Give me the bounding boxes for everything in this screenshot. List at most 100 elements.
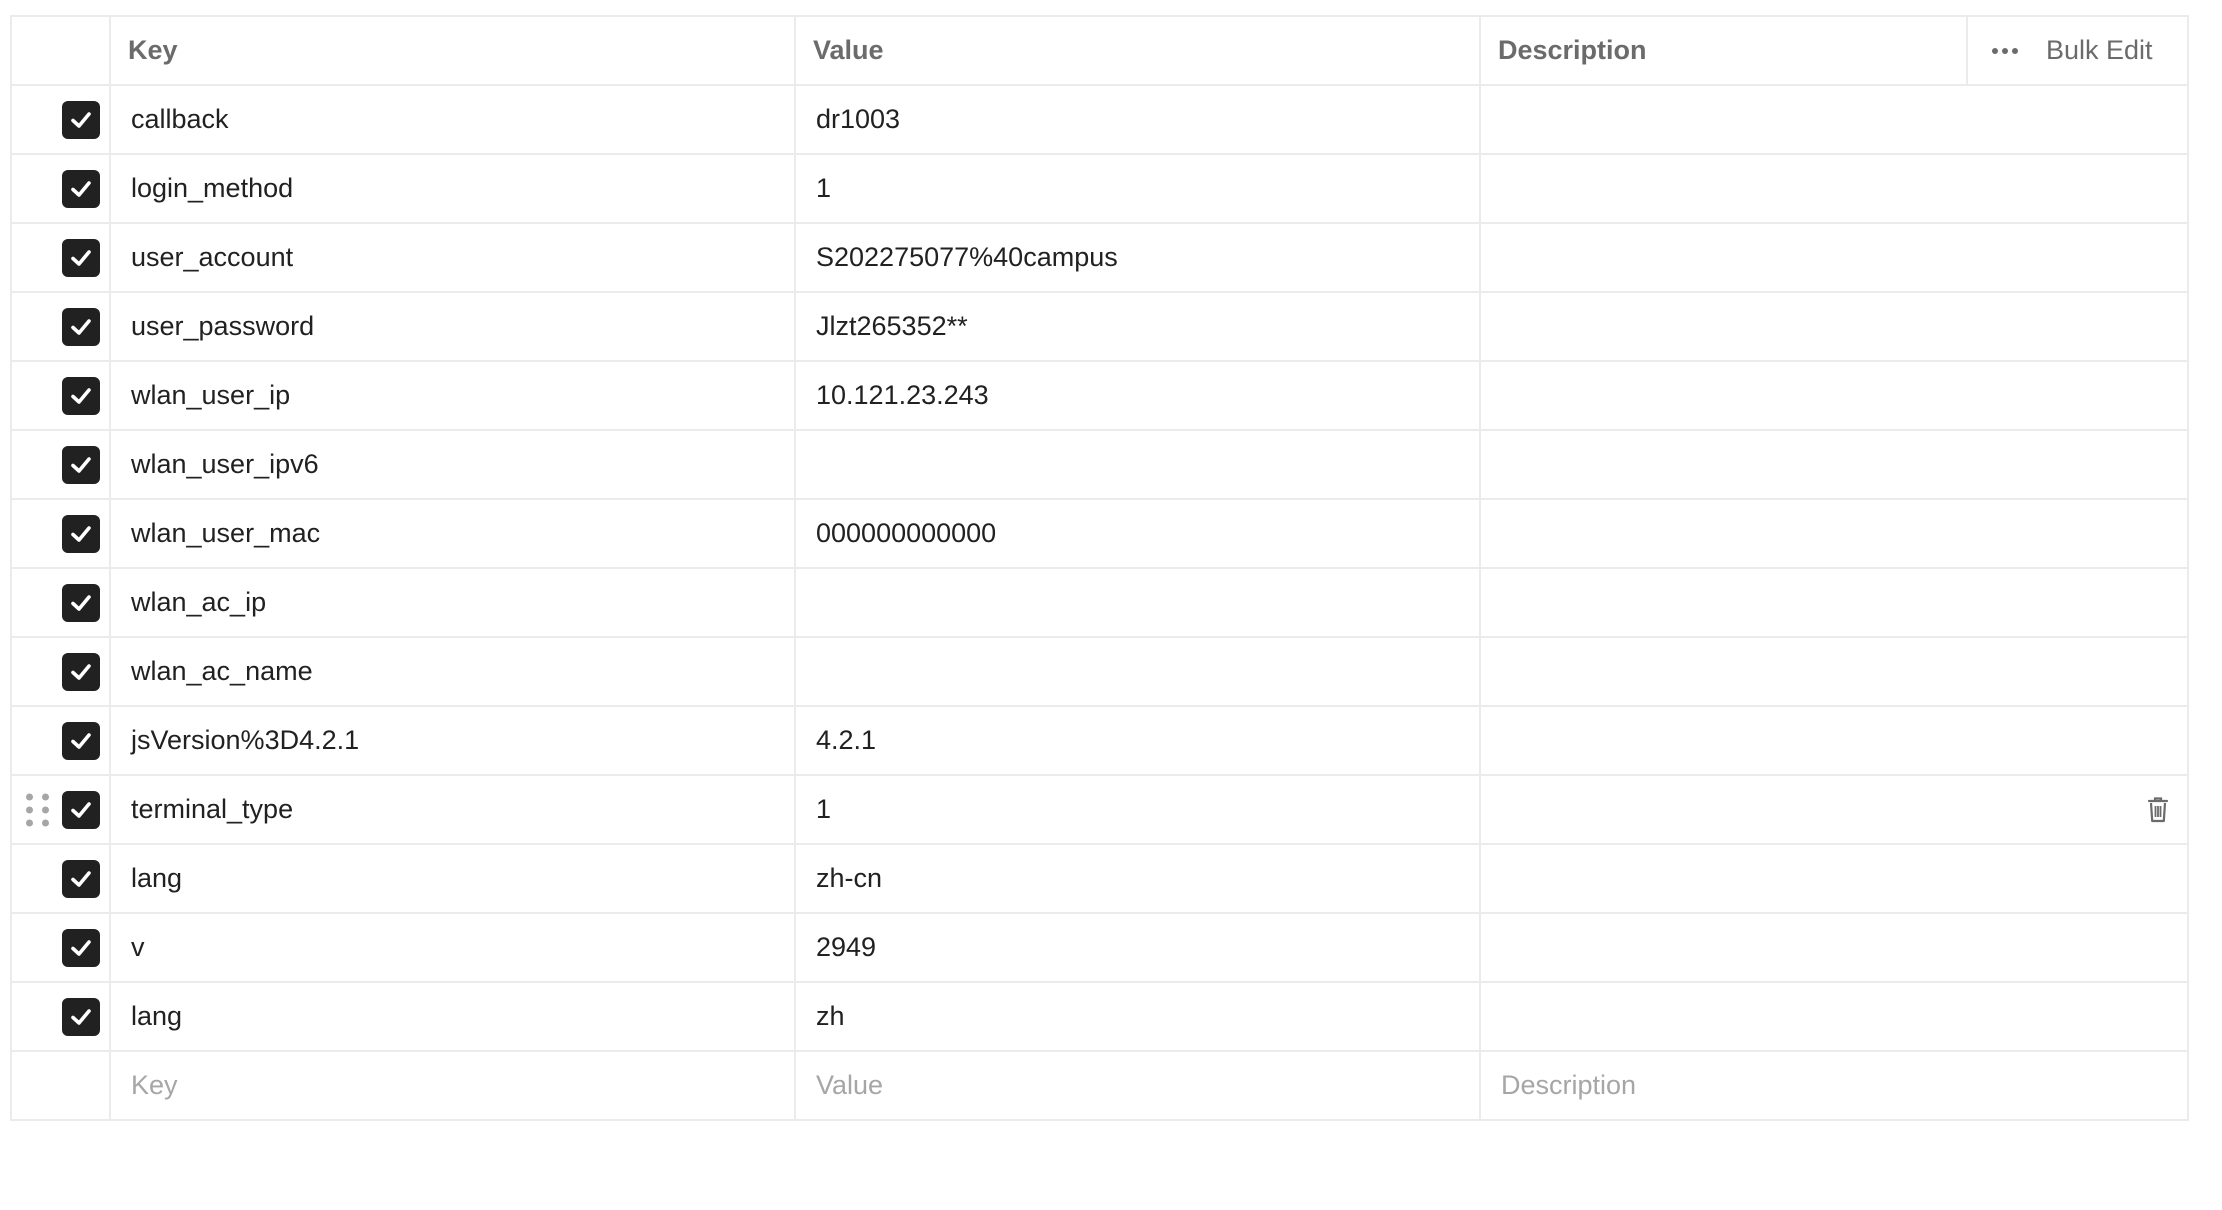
- row-value-cell[interactable]: 10.121.23.243: [794, 360, 1481, 431]
- row-checkbox[interactable]: [62, 928, 100, 967]
- row-description-cell[interactable]: [1479, 981, 2189, 1052]
- row-value-cell[interactable]: zh: [794, 981, 1481, 1052]
- row-description-cell[interactable]: [1479, 360, 2189, 431]
- checkmark-icon: [71, 801, 91, 818]
- row-key-cell[interactable]: login_method: [109, 153, 796, 224]
- row-key-cell[interactable]: user_password: [109, 291, 796, 362]
- drag-handle-icon[interactable]: [26, 793, 50, 826]
- row-description-cell[interactable]: [1479, 498, 2189, 569]
- row-description-cell[interactable]: [1479, 84, 2189, 155]
- row-checkbox[interactable]: [62, 790, 100, 829]
- row-check-cell: [10, 705, 111, 776]
- row-key-cell[interactable]: callback: [109, 84, 796, 155]
- row-checkbox[interactable]: [62, 376, 100, 415]
- checkmark-icon: [71, 594, 91, 611]
- table-row: terminal_type 1: [10, 774, 2189, 845]
- row-description-cell[interactable]: [1479, 636, 2189, 707]
- row-checkbox[interactable]: [62, 721, 100, 760]
- row-value-cell[interactable]: [794, 429, 1481, 500]
- row-description-cell[interactable]: [1479, 291, 2189, 362]
- row-key-cell[interactable]: user_account: [109, 222, 796, 293]
- row-description-cell[interactable]: [1479, 912, 2189, 983]
- row-value-cell[interactable]: [794, 636, 1481, 707]
- row-checkbox[interactable]: [62, 514, 100, 553]
- row-value-cell[interactable]: 1: [794, 774, 1481, 845]
- row-description-cell[interactable]: [1479, 843, 2189, 914]
- row-check-cell: [10, 360, 111, 431]
- row-key-cell[interactable]: terminal_type: [109, 774, 796, 845]
- table-row: wlan_ac_name: [10, 636, 2189, 707]
- row-key: wlan_user_ipv6: [131, 449, 319, 479]
- row-value: [797, 656, 816, 686]
- row-key-cell[interactable]: wlan_ac_name: [109, 636, 796, 707]
- row-description: [1482, 846, 1501, 875]
- row-checkbox[interactable]: [62, 238, 100, 277]
- row-description: [1482, 570, 1501, 599]
- table-row: wlan_user_ipv6: [10, 429, 2189, 500]
- row-value-cell[interactable]: zh-cn: [794, 843, 1481, 914]
- row-check-cell: [10, 498, 111, 569]
- row-key: wlan_ac_ip: [131, 587, 267, 617]
- row-value-cell[interactable]: Jlzt265352**: [794, 291, 1481, 362]
- row-key-cell[interactable]: v: [109, 912, 796, 983]
- row-key-cell[interactable]: wlan_user_ipv6: [109, 429, 796, 500]
- query-params-table: Key Value Description Bulk Edit callback…: [10, 15, 2189, 1121]
- row-key-cell[interactable]: lang: [109, 843, 796, 914]
- row-key: lang: [131, 863, 183, 893]
- row-value-cell[interactable]: 000000000000: [794, 498, 1481, 569]
- header-description: Description: [1479, 15, 1968, 86]
- row-key-cell[interactable]: jsVersion%3D4.2.1: [109, 705, 796, 776]
- new-description-input[interactable]: Description: [1479, 1050, 2189, 1121]
- row-key: wlan_user_mac: [131, 518, 321, 548]
- trash-icon[interactable]: [2147, 796, 2169, 824]
- row-key: terminal_type: [131, 794, 294, 824]
- row-checkbox[interactable]: [62, 100, 100, 139]
- ellipsis-icon[interactable]: [1992, 47, 2018, 54]
- row-key-cell[interactable]: wlan_user_mac: [109, 498, 796, 569]
- row-value-cell[interactable]: 2949: [794, 912, 1481, 983]
- row-key: user_password: [131, 311, 315, 341]
- row-description-cell[interactable]: [1479, 222, 2189, 293]
- header-check-column: [10, 15, 111, 86]
- row-value-cell[interactable]: 1: [794, 153, 1481, 224]
- row-key: v: [131, 932, 145, 962]
- row-checkbox[interactable]: [62, 997, 100, 1036]
- row-value-cell[interactable]: 4.2.1: [794, 705, 1481, 776]
- row-description-cell[interactable]: [1479, 774, 2189, 845]
- row-value-cell[interactable]: [794, 567, 1481, 638]
- row-value: 10.121.23.243: [816, 380, 989, 410]
- row-description-cell[interactable]: [1479, 705, 2189, 776]
- new-value-input[interactable]: Value: [794, 1050, 1481, 1121]
- row-value: 4.2.1: [816, 725, 877, 755]
- bulk-edit-button[interactable]: Bulk Edit: [2046, 35, 2153, 66]
- row-value: zh-cn: [816, 863, 883, 893]
- row-checkbox[interactable]: [62, 859, 100, 898]
- row-check-cell: [10, 84, 111, 155]
- row-value-cell[interactable]: S202275077%40campus: [794, 222, 1481, 293]
- row-check-cell: [10, 291, 111, 362]
- new-row-check-cell: [10, 1050, 111, 1121]
- new-key-input[interactable]: Key: [109, 1050, 796, 1121]
- row-checkbox[interactable]: [62, 583, 100, 622]
- row-key-cell[interactable]: wlan_ac_ip: [109, 567, 796, 638]
- row-description-cell[interactable]: [1479, 429, 2189, 500]
- row-checkbox[interactable]: [62, 652, 100, 691]
- row-checkbox[interactable]: [62, 169, 100, 208]
- row-value: zh: [816, 1001, 845, 1031]
- checkmark-icon: [71, 525, 91, 542]
- row-value-cell[interactable]: dr1003: [794, 84, 1481, 155]
- row-description-cell[interactable]: [1479, 153, 2189, 224]
- row-key: jsVersion%3D4.2.1: [131, 725, 360, 755]
- table-row: login_method 1: [10, 153, 2189, 224]
- row-checkbox[interactable]: [62, 307, 100, 346]
- checkmark-icon: [71, 732, 91, 749]
- checkmark-icon: [71, 870, 91, 887]
- row-key-cell[interactable]: wlan_user_ip: [109, 360, 796, 431]
- row-checkbox[interactable]: [62, 445, 100, 484]
- checkmark-icon: [71, 663, 91, 680]
- row-key: wlan_user_ip: [131, 380, 291, 410]
- row-key-cell[interactable]: lang: [109, 981, 796, 1052]
- header-value: Value: [794, 15, 1481, 86]
- description-placeholder: Description: [1501, 1070, 1637, 1100]
- row-description-cell[interactable]: [1479, 567, 2189, 638]
